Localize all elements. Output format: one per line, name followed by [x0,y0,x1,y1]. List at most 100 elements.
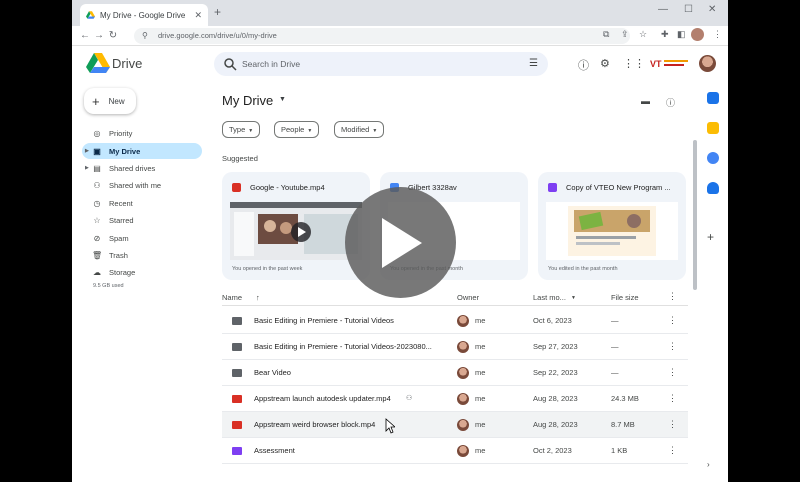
owner-avatar [457,315,469,327]
card-thumbnail [230,202,362,260]
form-file-icon [232,447,242,455]
more-options-icon[interactable]: ⋮ [668,291,677,302]
filter-type[interactable]: Type ▼ [222,121,261,138]
help-icon[interactable]: ⓘ [578,57,589,73]
table-row[interactable]: Appstream launch autodesk updater.mp4 ⚇ … [222,386,688,412]
file-list-header: Name ↑ Owner Last mo... ▼ File size ⋮ [222,290,688,306]
modified-date: Sep 22, 2023 [533,368,578,377]
chevron-down-icon[interactable]: ▼ [279,96,286,103]
table-row[interactable]: Basic Editing in Premiere - Tutorial Vid… [222,334,688,360]
file-size: — [611,316,619,325]
filter-modified[interactable]: Modified ▼ [334,121,385,138]
app-name: Drive [112,56,143,71]
expand-caret-icon[interactable]: ▶ [85,148,89,154]
play-icon[interactable] [382,218,422,268]
reload-icon[interactable]: ↻ [106,30,120,41]
sort-arrow-icon[interactable]: ↑ [256,293,260,302]
minimize-icon[interactable]: — [658,4,668,15]
column-last-modified[interactable]: Last mo... [533,293,566,302]
owner-text: me [475,394,486,403]
search-bar[interactable]: Search in Drive ☰ [214,52,548,76]
address-bar[interactable]: ⚲ drive.google.com/drive/u/0/my-drive [134,28,630,44]
row-more-icon[interactable]: ⋮ [668,367,677,378]
calendar-icon[interactable] [707,92,719,104]
extensions-icon[interactable]: ✚ [661,29,669,40]
sidebar-item-label: Storage [109,267,136,277]
owner-text: me [475,368,486,377]
search-icon[interactable] [223,57,237,71]
contacts-icon[interactable] [707,182,719,194]
sidebar-item-trash[interactable]: 🗑 Trash [82,247,202,263]
filter-people[interactable]: People ▼ [274,121,320,138]
site-info-icon[interactable]: ⚲ [142,31,148,40]
profile-avatar[interactable] [691,28,704,41]
close-tab-icon[interactable]: ✕ [194,10,202,21]
expand-caret-icon[interactable]: ▶ [85,165,89,171]
row-more-icon[interactable]: ⋮ [668,341,677,352]
chevron-down-icon[interactable]: ▼ [571,295,576,301]
settings-gear-icon[interactable]: ⚙ [600,57,610,70]
suggested-card[interactable]: Copy of VTEO New Program ... You edited … [538,172,686,280]
row-more-icon[interactable]: ⋮ [668,393,677,404]
row-more-icon[interactable]: ⋮ [668,445,677,456]
sidebar-item-label: Starred [109,215,134,225]
chevron-right-icon[interactable]: › [707,460,719,472]
row-more-icon[interactable]: ⋮ [668,315,677,326]
column-owner[interactable]: Owner [457,293,479,302]
video-file-icon [232,183,241,192]
check-circle-icon: ◎ [93,128,101,138]
view-toggle-icon[interactable]: ▬ [641,96,650,106]
maximize-icon[interactable]: ☐ [684,4,693,15]
drive-logo-icon[interactable] [86,53,110,73]
browser-menu-icon[interactable]: ⋮ [713,29,722,40]
apps-grid-icon[interactable]: ⋮⋮ [623,57,645,70]
share-icon[interactable]: ⇪ [621,29,629,40]
plus-icon: + [92,93,100,109]
sidebar-item-starred[interactable]: ☆ Starred [82,212,202,228]
table-row[interactable]: Basic Editing in Premiere - Tutorial Vid… [222,308,688,334]
keep-icon[interactable] [707,122,719,134]
sidebar-item-spam[interactable]: ⊘ Spam [82,230,202,246]
file-name: Basic Editing in Premiere - Tutorial Vid… [254,342,432,351]
svg-text:VT: VT [650,59,662,69]
spam-icon: ⊘ [93,233,101,243]
search-input[interactable]: Search in Drive [242,59,300,69]
close-window-icon[interactable]: ✕ [708,4,716,15]
video-file-icon [232,421,242,429]
add-addon-icon[interactable]: + [707,230,719,244]
back-icon[interactable]: ← [78,30,92,41]
sidebar-item-shared-drives[interactable]: ▶ ▤ Shared drives [82,160,202,176]
column-name[interactable]: Name [222,293,242,302]
sidebar-item-storage[interactable]: ☁ Storage [82,264,202,280]
sidebar-item-priority[interactable]: ◎ Priority [82,125,202,141]
owner-text: me [475,316,486,325]
column-file-size[interactable]: File size [611,293,639,302]
star-icon: ☆ [93,215,101,225]
page-title[interactable]: My Drive [222,93,273,108]
table-row[interactable]: Appstream weird browser block.mp4 me Aug… [222,412,688,438]
install-icon[interactable]: ⧉ [603,29,609,40]
new-button[interactable]: + New [84,88,136,114]
sidebar-item-recent[interactable]: ◷ Recent [82,195,202,211]
forward-icon[interactable]: → [92,30,106,41]
shared-people-icon: ⚇ [406,395,413,402]
scrollbar[interactable] [693,140,697,290]
new-tab-icon[interactable]: + [214,5,221,19]
trash-icon: 🗑 [92,250,103,260]
modified-date: Aug 28, 2023 [533,420,578,429]
browser-toolbar: ← → ↻ ⚲ drive.google.com/drive/u/0/my-dr… [72,26,728,46]
info-icon[interactable]: ⓘ [666,96,675,109]
account-avatar[interactable] [699,55,716,72]
row-more-icon[interactable]: ⋮ [668,419,677,430]
bookmark-star-icon[interactable]: ☆ [639,29,647,40]
table-row[interactable]: Assessment me Oct 2, 2023 1 KB ⋮ [222,438,688,464]
owner-text: me [475,446,486,455]
sidebar-item-my-drive[interactable]: ▶ ▣ My Drive [82,143,202,159]
table-row[interactable]: Bear Video me Sep 22, 2023 — ⋮ [222,360,688,386]
search-options-icon[interactable]: ☰ [529,58,538,69]
file-size: 8.7 MB [611,420,635,429]
tasks-icon[interactable] [707,152,719,164]
side-panel-icon[interactable]: ◧ [677,29,686,40]
sidebar-item-shared-with-me[interactable]: ⚇ Shared with me [82,177,202,193]
browser-tab[interactable]: My Drive - Google Drive ✕ [80,4,208,26]
